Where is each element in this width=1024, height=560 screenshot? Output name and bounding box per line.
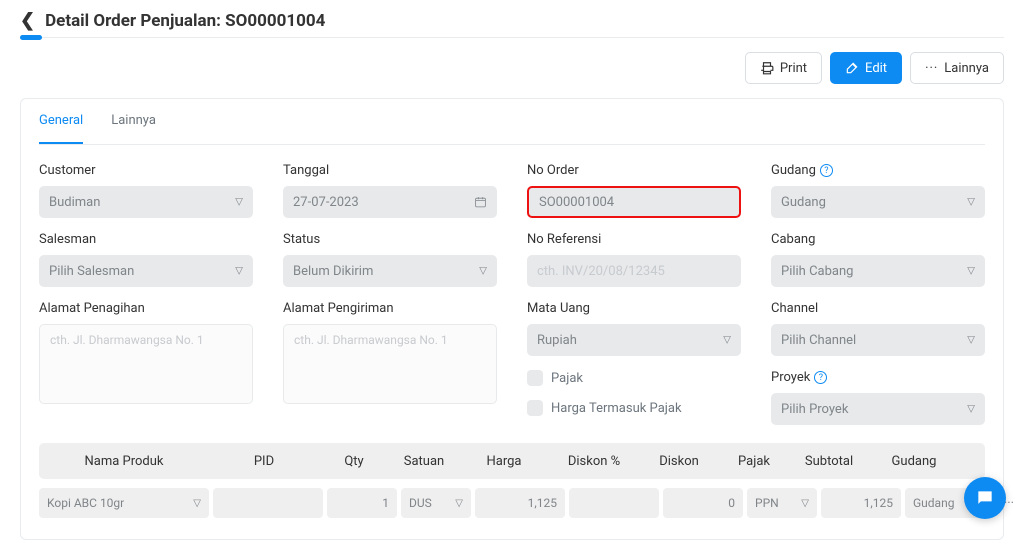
chevron-down-icon: ▽ (235, 197, 243, 208)
channel-label: Channel (771, 301, 985, 316)
back-button[interactable]: ❮ (20, 10, 35, 31)
noref-input[interactable]: cth. INV/20/08/12345 (527, 255, 741, 287)
customer-label: Customer (39, 163, 253, 178)
tanggal-label: Tanggal (283, 163, 497, 178)
print-button[interactable]: Print (745, 52, 822, 84)
table-row: Kopi ABC 10gr▽ 1 DUS▽ 1,125 0 PPN▽ 1,125… (39, 485, 985, 521)
row-qty-input[interactable]: 1 (327, 488, 397, 518)
row-harga-input[interactable]: 1,125 (475, 488, 565, 518)
cabang-label: Cabang (771, 232, 985, 247)
alamat-tagih-textarea[interactable]: cth. Jl. Dharmawangsa No. 1 (39, 324, 253, 404)
salesman-select[interactable]: Pilih Salesman ▽ (39, 255, 253, 287)
row-pid-input[interactable] (213, 488, 323, 518)
pajak-checkbox[interactable]: Pajak (527, 370, 741, 386)
table-header: Nama Produk PID Qty Satuan Harga Diskon … (39, 443, 985, 479)
page-title: Detail Order Penjualan: SO00001004 (45, 11, 325, 31)
hargatermasuk-checkbox[interactable]: Harga Termasuk Pajak (527, 400, 741, 416)
tabs: General Lainnya (39, 99, 985, 145)
chevron-down-icon: ▽ (479, 266, 487, 277)
th-qty: Qty (319, 454, 389, 469)
row-diskonp-input[interactable] (569, 488, 659, 518)
chat-icon (975, 488, 995, 508)
chevron-down-icon: ▽ (967, 335, 975, 346)
help-icon[interactable]: ? (814, 371, 827, 384)
noorder-input[interactable]: SO00001004 (527, 186, 741, 218)
gudang-select[interactable]: Gudang ▽ (771, 186, 985, 218)
chevron-down-icon: ▽ (967, 197, 975, 208)
row-subtotal: 1,125 (821, 488, 901, 518)
checkbox-icon (527, 370, 543, 386)
edit-button[interactable]: Edit (830, 52, 902, 84)
tab-general[interactable]: General (39, 99, 83, 144)
cabang-select[interactable]: Pilih Cabang ▽ (771, 255, 985, 287)
tab-lainnya[interactable]: Lainnya (111, 99, 156, 144)
alamat-tagih-label: Alamat Penagihan (39, 301, 253, 316)
status-select[interactable]: Belum Dikirim ▽ (283, 255, 497, 287)
row-satuan-select[interactable]: DUS▽ (401, 488, 471, 518)
th-harga: Harga (459, 454, 549, 469)
salesman-label: Salesman (39, 232, 253, 247)
th-produk: Nama Produk (39, 454, 209, 469)
th-satuan: Satuan (389, 454, 459, 469)
chat-fab[interactable] (964, 477, 1006, 519)
chevron-down-icon: ▽ (455, 498, 463, 509)
th-pajak: Pajak (719, 454, 789, 469)
th-diskonp: Diskon % (549, 454, 639, 469)
chevron-down-icon: ▽ (967, 266, 975, 277)
th-diskon: Diskon (639, 454, 719, 469)
chevron-down-icon: ▽ (235, 266, 243, 277)
th-subtotal: Subtotal (789, 454, 869, 469)
noorder-label: No Order (527, 163, 741, 178)
alamat-kirim-label: Alamat Pengiriman (283, 301, 497, 316)
print-icon (760, 61, 774, 75)
help-icon[interactable]: ? (820, 164, 833, 177)
row-diskon-input[interactable]: 0 (663, 488, 743, 518)
chevron-down-icon: ▽ (967, 404, 975, 415)
chevron-down-icon: ▽ (723, 335, 731, 346)
noref-label: No Referensi (527, 232, 741, 247)
th-pid: PID (209, 454, 319, 469)
alamat-kirim-textarea[interactable]: cth. Jl. Dharmawangsa No. 1 (283, 324, 497, 404)
edit-icon (845, 61, 859, 75)
chevron-down-icon: ▽ (801, 498, 809, 509)
chevron-down-icon: ▽ (193, 498, 201, 509)
row-pajak-select[interactable]: PPN▽ (747, 488, 817, 518)
gudang-label: Gudang ? (771, 163, 985, 178)
tanggal-input[interactable]: 27-07-2023 (283, 186, 497, 218)
checkbox-icon (527, 400, 543, 416)
status-label: Status (283, 232, 497, 247)
matauang-label: Mata Uang (527, 301, 741, 316)
more-button[interactable]: ··· Lainnya (910, 52, 1004, 84)
customer-select[interactable]: Budiman ▽ (39, 186, 253, 218)
matauang-select[interactable]: Rupiah ▽ (527, 324, 741, 356)
calendar-icon (474, 196, 487, 209)
channel-select[interactable]: Pilih Channel ▽ (771, 324, 985, 356)
progress-bar (20, 37, 1004, 38)
proyek-label: Proyek ? (771, 370, 985, 385)
row-produk-select[interactable]: Kopi ABC 10gr▽ (39, 488, 209, 518)
ellipsis-icon: ··· (925, 61, 938, 76)
th-gudang: Gudang (869, 454, 959, 469)
proyek-select[interactable]: Pilih Proyek ▽ (771, 393, 985, 425)
